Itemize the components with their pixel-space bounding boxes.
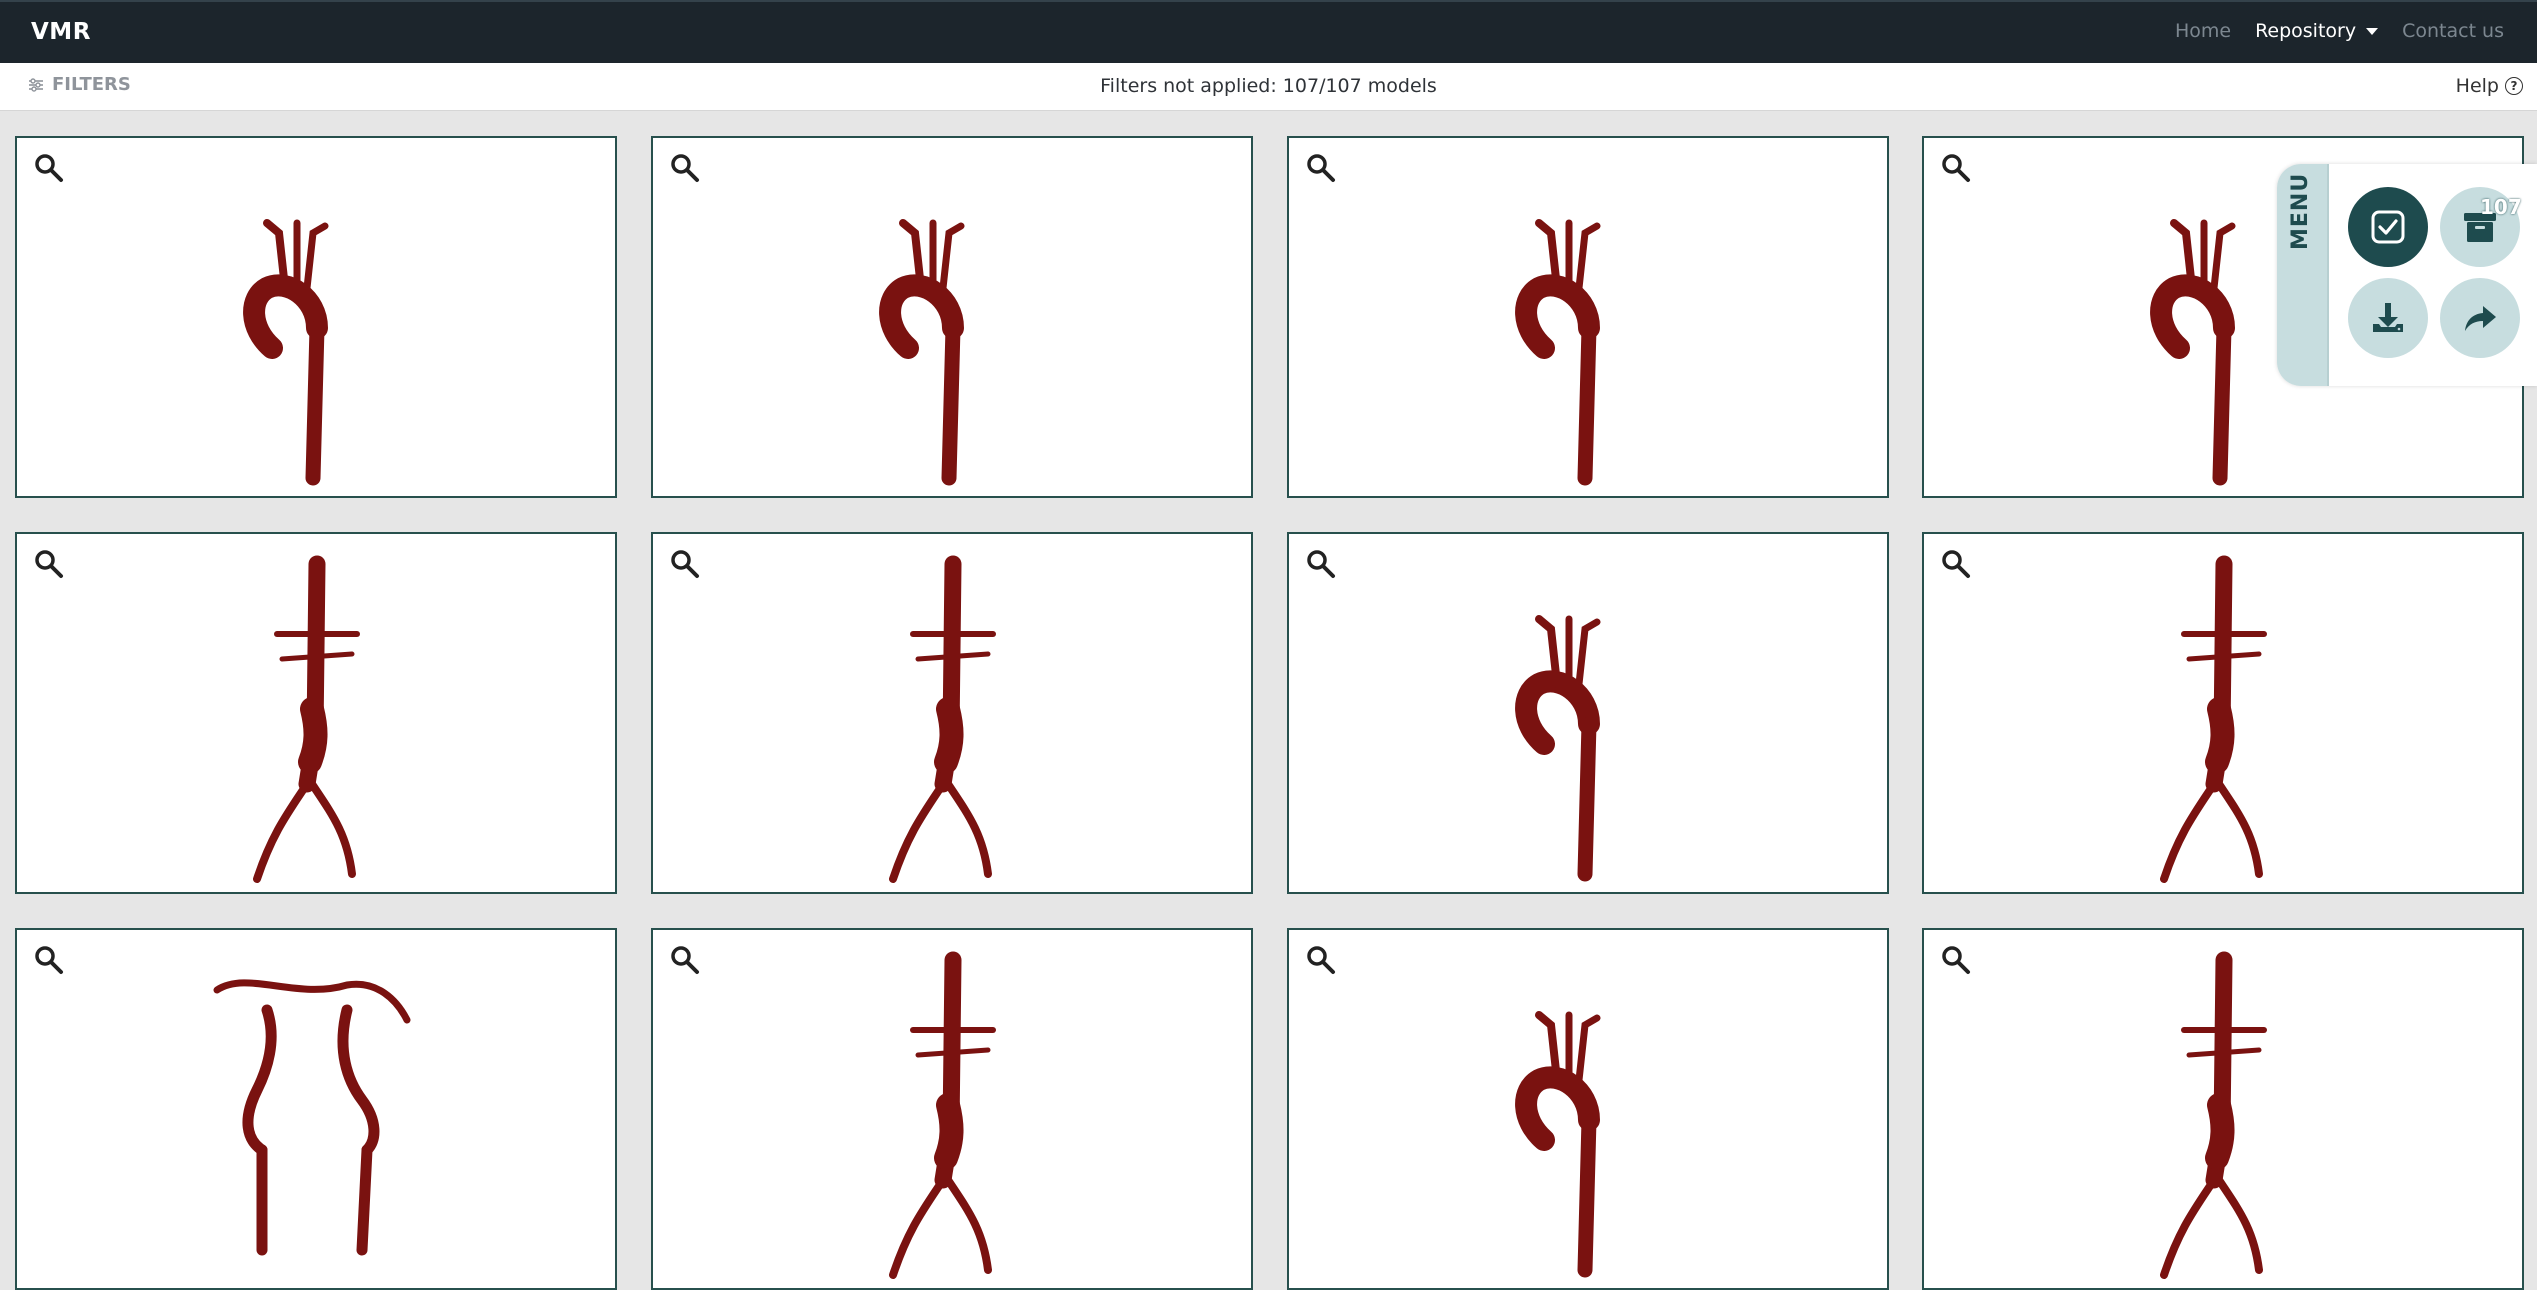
select-models-button[interactable] [2348,187,2428,267]
vessel-model-thumbnail [1515,1011,1601,1278]
nav-contact-link[interactable]: Contact us [2402,20,2504,42]
download-button[interactable] [2348,278,2428,358]
magnifier-icon[interactable] [33,944,65,976]
model-card[interactable] [1922,532,2524,894]
magnifier-icon[interactable] [1305,548,1337,580]
magnifier-icon[interactable] [669,548,701,580]
magnifier-icon[interactable] [669,152,701,184]
magnifier-icon[interactable] [33,152,65,184]
menu-label: MENU [2288,172,2313,250]
share-arrow-icon [2465,306,2496,331]
magnifier-icon[interactable] [1940,152,1972,184]
model-card[interactable] [15,532,617,894]
selection-count-badge: 107 [2480,195,2522,219]
caret-down-icon [2366,28,2379,35]
download-icon [2373,303,2403,332]
vessel-model-thumbnail [879,219,965,486]
magnifier-icon[interactable] [33,548,65,580]
nav-home-link[interactable]: Home [2175,20,2231,42]
nav-repository-label: Repository [2255,20,2357,42]
question-circle-icon: ? [2505,77,2523,95]
vessel-model-thumbnail [2160,555,2267,883]
nav-repository-dropdown[interactable]: Repository [2255,20,2379,42]
magnifier-icon[interactable] [1940,944,1972,976]
menu-tab[interactable]: MENU [2277,164,2329,386]
model-card[interactable] [651,928,1253,1290]
filter-bar: FILTERS Filters not applied: 107/107 mod… [0,63,2537,111]
model-card[interactable] [15,136,617,498]
vessel-model-thumbnail [889,951,996,1279]
vessel-model-thumbnail [1515,615,1601,882]
brand-logo[interactable]: VMR [31,19,91,45]
help-link[interactable]: Help ? [2456,75,2523,97]
magnifier-icon[interactable] [1940,548,1972,580]
magnifier-icon[interactable] [1305,152,1337,184]
vessel-model-thumbnail [889,555,996,883]
share-button[interactable] [2440,278,2520,358]
magnifier-icon[interactable] [1305,944,1337,976]
magnifier-icon[interactable] [669,944,701,976]
vessel-model-thumbnail [243,219,329,486]
model-card[interactable] [1287,136,1889,498]
vessel-model-thumbnail [2160,951,2267,1279]
help-label: Help [2455,75,2499,97]
model-card[interactable] [651,136,1253,498]
vessel-model-thumbnail [213,979,411,1256]
model-card[interactable] [15,928,617,1290]
vessel-model-thumbnail [1515,219,1601,486]
model-grid [0,111,2537,1290]
model-card[interactable] [1287,532,1889,894]
model-card[interactable] [1287,928,1889,1290]
nav-links: Home Repository Contact us [2151,20,2504,42]
model-card[interactable] [1922,928,2524,1290]
vessel-model-thumbnail [253,555,360,883]
checkbox-checked-icon [2371,210,2405,244]
model-card[interactable] [651,532,1253,894]
filter-status: Filters not applied: 107/107 models [1100,75,1437,97]
navbar: VMR Home Repository Contact us [0,0,2537,63]
